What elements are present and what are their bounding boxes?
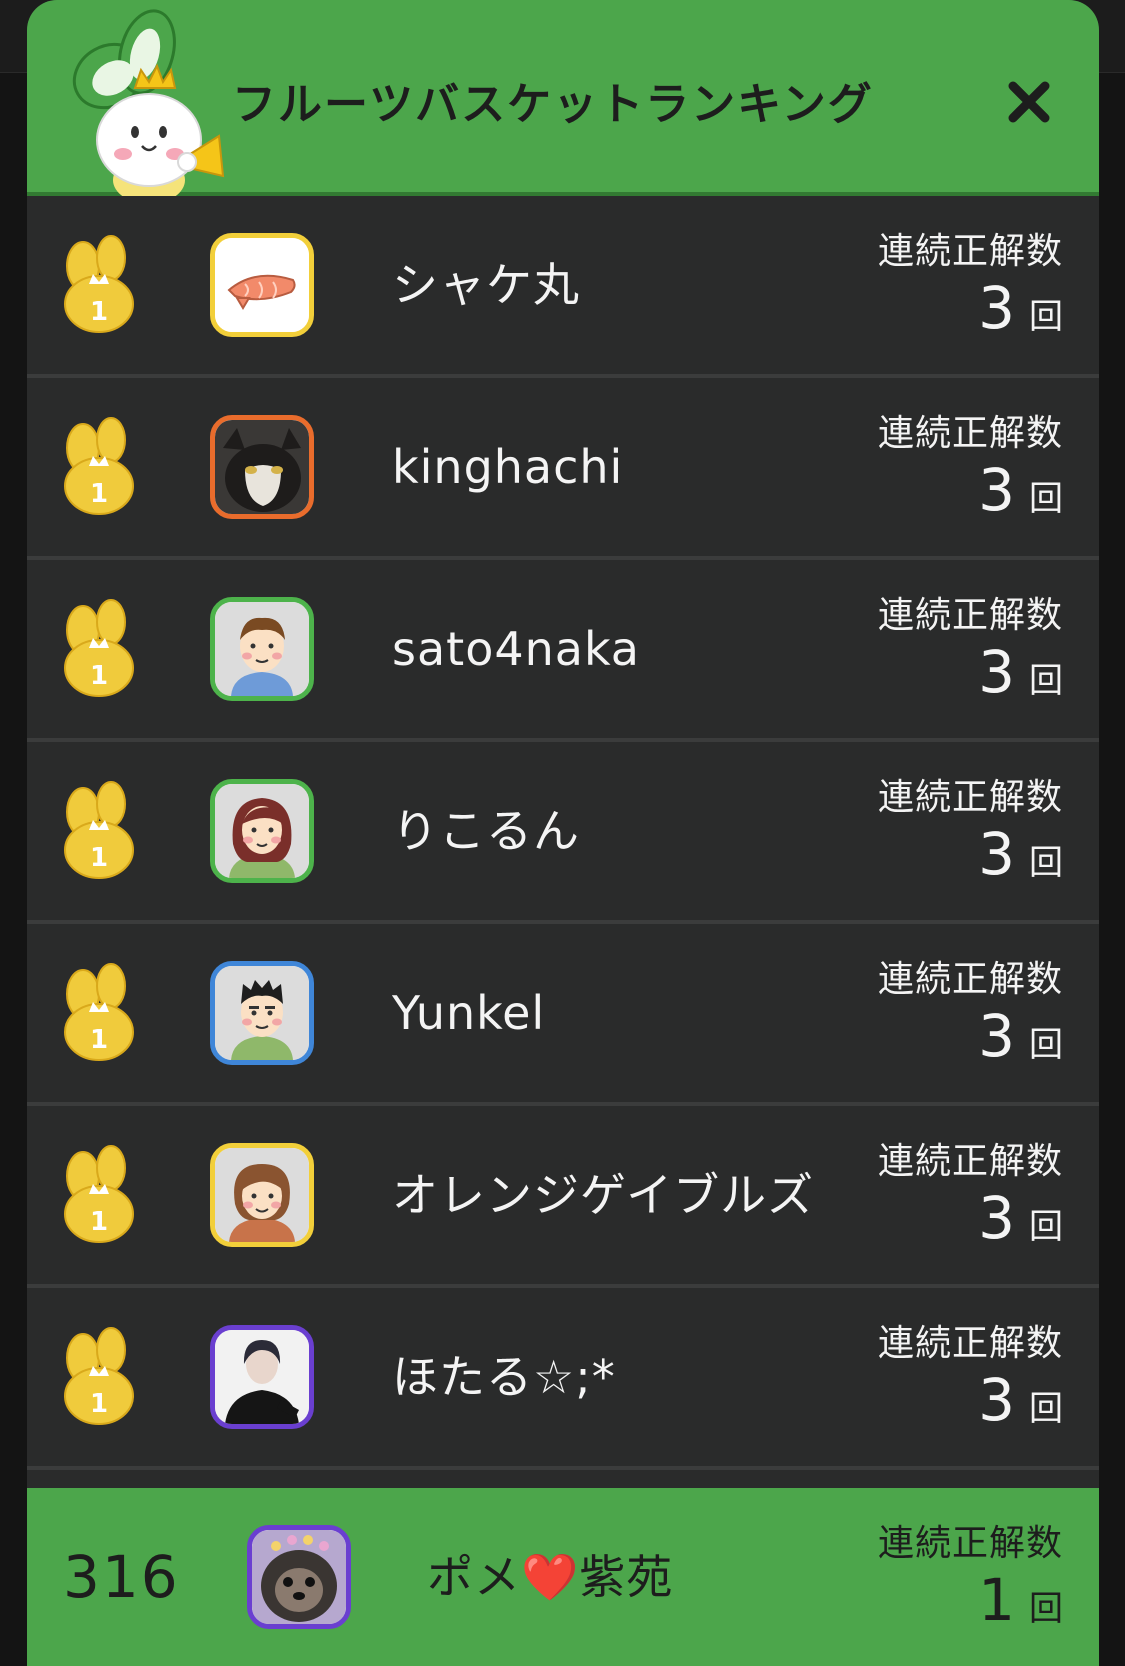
player-name: kinghachi: [392, 440, 624, 494]
modal-header: フルーツバスケットランキング: [27, 0, 1099, 198]
streak-value: 3 回: [978, 1184, 1063, 1252]
avatar: [210, 415, 314, 519]
ranking-row[interactable]: 1 りこるん 連続正解数 3 回: [27, 742, 1099, 924]
streak-label: 連続正解数: [877, 231, 1063, 272]
player-name: シャケ丸: [392, 258, 580, 312]
player-name: りこるん: [392, 804, 580, 858]
rank-number: 1: [90, 1025, 108, 1055]
player-name: オレンジゲイブルズ: [392, 1168, 815, 1222]
streak-value: 3 回: [978, 638, 1063, 706]
streak-value: 3 回: [978, 1366, 1063, 1434]
streak-unit: 回: [1029, 297, 1063, 337]
player-name: Yunkel: [392, 986, 546, 1040]
streak-count: 3: [978, 456, 1015, 524]
ranking-modal: フルーツバスケットランキング 1 シャケ丸 連続正解数 3 回 1 kingha…: [27, 0, 1099, 1666]
rank-number: 1: [90, 479, 108, 509]
rank-number: 1: [90, 297, 108, 327]
my-avatar: [247, 1525, 351, 1629]
ranking-row[interactable]: 1 Yunkel 連続正解数 3 回: [27, 924, 1099, 1106]
my-streak-unit: 回: [1029, 1589, 1063, 1629]
streak-label: 連続正解数: [877, 1323, 1063, 1364]
streak-value: 3 回: [978, 456, 1063, 524]
my-streak-count: 1: [978, 1566, 1015, 1634]
streak-unit: 回: [1029, 661, 1063, 701]
player-name: ほたる☆;*: [392, 1350, 616, 1404]
modal-title: フルーツバスケットランキング: [232, 79, 874, 130]
ranking-row[interactable]: 1 sato4naka 連続正解数 3 回: [27, 560, 1099, 742]
streak-label: 連続正解数: [877, 777, 1063, 818]
streak-unit: 回: [1029, 1207, 1063, 1247]
avatar: [210, 597, 314, 701]
person-photo-avatar-icon: [215, 1330, 309, 1424]
gold-medal-icon: 1: [64, 235, 134, 333]
my-player-name: ポメ❤️紫苑: [427, 1550, 674, 1604]
avatar: [210, 233, 314, 337]
avatar: [210, 1143, 314, 1247]
close-button[interactable]: [985, 58, 1073, 146]
gold-medal-icon: 1: [64, 417, 134, 515]
gold-medal-icon: 1: [64, 1145, 134, 1243]
streak-unit: 回: [1029, 843, 1063, 883]
streak-count: 3: [978, 1366, 1015, 1434]
avatar: [210, 961, 314, 1065]
streak-count: 3: [978, 1184, 1015, 1252]
streak-value: 3 回: [978, 820, 1063, 888]
my-streak-value: 1 回: [978, 1566, 1063, 1634]
streak-label: 連続正解数: [877, 595, 1063, 636]
woman-avatar-icon: [215, 784, 309, 878]
man-avatar-icon: [215, 602, 309, 696]
gold-medal-icon: 1: [64, 963, 134, 1061]
ranking-row[interactable]: 1 kinghachi 連続正解数 3 回: [27, 378, 1099, 560]
streak-label: 連続正解数: [877, 1141, 1063, 1182]
dog-photo-avatar-icon: [252, 1530, 346, 1624]
streak-value: 3 回: [978, 274, 1063, 342]
streak-count: 3: [978, 274, 1015, 342]
gold-medal-icon: 1: [64, 1327, 134, 1425]
streak-label: 連続正解数: [877, 413, 1063, 454]
rank-number: 1: [90, 1389, 108, 1419]
streak-count: 3: [978, 638, 1015, 706]
cat-photo-avatar-icon: [215, 420, 309, 514]
woman-avatar-icon: [215, 1148, 309, 1242]
streak-unit: 回: [1029, 1389, 1063, 1429]
gold-medal-icon: 1: [64, 781, 134, 879]
man-avatar-icon: [215, 966, 309, 1060]
ranking-row[interactable]: 1 オレンジゲイブルズ 連続正解数 3 回: [27, 1106, 1099, 1288]
streak-label: 連続正解数: [877, 959, 1063, 1000]
rabbit-mascot-icon: [72, 9, 225, 198]
streak-count: 3: [978, 820, 1015, 888]
rank-number: 1: [90, 1207, 108, 1237]
streak-unit: 回: [1029, 479, 1063, 519]
player-name: sato4naka: [392, 622, 640, 676]
my-streak-label: 連続正解数: [877, 1523, 1063, 1564]
streak-count: 3: [978, 1002, 1015, 1070]
salmon-avatar-icon: [215, 238, 309, 332]
avatar: [210, 1325, 314, 1429]
rank-number: 1: [90, 843, 108, 873]
ranking-row[interactable]: 1 ほたる☆;* 連続正解数 3 回: [27, 1288, 1099, 1470]
gold-medal-icon: 1: [64, 599, 134, 697]
streak-unit: 回: [1029, 1025, 1063, 1065]
streak-value: 3 回: [978, 1002, 1063, 1070]
rank-number: 1: [90, 661, 108, 691]
avatar: [210, 779, 314, 883]
ranking-list[interactable]: 1 シャケ丸 連続正解数 3 回 1 kinghachi 連続正解数 3 回 1…: [27, 196, 1099, 1470]
my-ranking-row[interactable]: 316 ポメ❤️紫苑 連続正解数 1 回: [27, 1488, 1099, 1666]
ranking-row[interactable]: 1 シャケ丸 連続正解数 3 回: [27, 196, 1099, 378]
my-rank-number: 316: [63, 1543, 180, 1611]
